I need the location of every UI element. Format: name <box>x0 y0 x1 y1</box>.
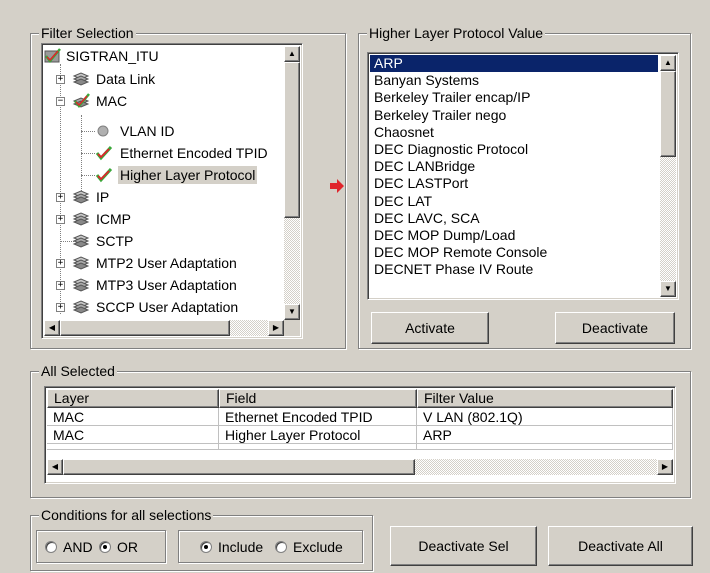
exclude-radio[interactable] <box>275 541 287 553</box>
checkmark-icon[interactable] <box>95 145 113 161</box>
list-item[interactable]: DEC LAT <box>370 193 658 210</box>
scroll-right-icon[interactable]: ▶ <box>657 459 673 475</box>
list-item[interactable]: DEC LAVC, SCA <box>370 210 658 227</box>
tree-horizontal-scrollbar[interactable]: ◀ ▶ <box>44 320 284 336</box>
table-cell-empty <box>219 444 417 450</box>
protocol-icon[interactable] <box>72 189 90 205</box>
selected-filters-table[interactable]: Layer Field Filter Value MAC Ethernet En… <box>44 386 676 484</box>
all-selected-title: All Selected <box>39 363 117 379</box>
tree-line <box>81 153 95 154</box>
and-radio[interactable] <box>45 541 57 553</box>
protocol-value-listbox[interactable]: ARP Banyan Systems Berkeley Trailer enca… <box>367 52 679 300</box>
tree-item-icmp[interactable]: ICMP <box>94 210 133 228</box>
list-item[interactable]: DEC Diagnostic Protocol <box>370 141 658 158</box>
protocol-icon[interactable] <box>72 277 90 293</box>
column-header-field[interactable]: Field <box>219 389 417 408</box>
list-item[interactable]: DEC MOP Remote Console <box>370 244 658 261</box>
and-label[interactable]: AND <box>63 539 93 555</box>
filter-tree[interactable]: SIGTRAN_ITU + Data Link − MAC VLAN ID Et… <box>41 43 303 339</box>
expand-icon[interactable]: + <box>56 193 65 202</box>
activate-button[interactable]: Activate <box>371 312 489 344</box>
exclude-label[interactable]: Exclude <box>293 539 343 555</box>
list-item-arp[interactable]: ARP <box>370 55 658 73</box>
table-cell[interactable]: Higher Layer Protocol <box>219 426 417 444</box>
scroll-left-icon[interactable]: ◀ <box>47 459 63 475</box>
expand-icon[interactable]: + <box>56 75 65 84</box>
tree-item-vlan-id[interactable]: VLAN ID <box>118 122 176 140</box>
tree-line <box>81 175 95 176</box>
tree-item-mac[interactable]: MAC <box>94 92 129 110</box>
scrollbar-thumb[interactable] <box>284 62 300 218</box>
checkmark-icon[interactable] <box>95 167 113 183</box>
column-header-layer[interactable]: Layer <box>47 389 219 408</box>
tree-item-higher-layer-protocol[interactable]: Higher Layer Protocol <box>118 166 258 184</box>
expand-icon[interactable]: + <box>56 215 65 224</box>
higher-layer-title: Higher Layer Protocol Value <box>367 25 546 41</box>
scrollbar-corner <box>284 320 300 336</box>
list-item[interactable]: DEC MOP Dump/Load <box>370 227 658 244</box>
deactivate-all-button[interactable]: Deactivate All <box>548 526 693 566</box>
scrollbar-thumb[interactable] <box>660 71 676 157</box>
scroll-up-icon[interactable]: ▲ <box>660 55 676 71</box>
filter-selection-title: Filter Selection <box>39 25 136 41</box>
list-item[interactable]: Berkeley Trailer nego <box>370 107 658 124</box>
deactivate-sel-button[interactable]: Deactivate Sel <box>390 526 537 566</box>
table-cell-empty <box>47 444 219 450</box>
scroll-down-icon[interactable]: ▼ <box>660 281 676 297</box>
tree-item-ip[interactable]: IP <box>94 188 111 206</box>
tree-item-data-link[interactable]: Data Link <box>94 70 157 88</box>
scroll-up-icon[interactable]: ▲ <box>284 46 300 62</box>
listbox-vertical-scrollbar[interactable]: ▲ ▼ <box>660 55 676 297</box>
tree-vertical-scrollbar[interactable]: ▲ ▼ <box>284 46 300 320</box>
scroll-left-icon[interactable]: ◀ <box>44 320 60 336</box>
table-cell-empty <box>417 444 673 450</box>
protocol-icon[interactable] <box>72 211 90 227</box>
conditions-title: Conditions for all selections <box>39 507 214 523</box>
table-cell[interactable]: ARP <box>417 426 673 444</box>
tree-item-sctp[interactable]: SCTP <box>94 232 135 250</box>
protocol-icon[interactable] <box>72 255 90 271</box>
tree-item-ethernet-encoded-tpid[interactable]: Ethernet Encoded TPID <box>118 144 270 162</box>
expand-icon[interactable]: + <box>56 259 65 268</box>
collapse-icon[interactable]: − <box>56 97 65 106</box>
scrollbar-thumb[interactable] <box>63 459 415 475</box>
list-item[interactable]: DEC LASTPort <box>370 175 658 192</box>
list-item[interactable]: Chaosnet <box>370 124 658 141</box>
or-radio[interactable] <box>99 541 111 553</box>
scrollbar-thumb[interactable] <box>60 320 230 336</box>
tree-content: SIGTRAN_ITU + Data Link − MAC VLAN ID Et… <box>42 44 284 318</box>
table-horizontal-scrollbar[interactable]: ◀ ▶ <box>47 459 673 475</box>
scroll-down-icon[interactable]: ▼ <box>284 304 300 320</box>
include-label[interactable]: Include <box>218 539 263 555</box>
list-item[interactable]: Berkeley Trailer encap/IP <box>370 89 658 106</box>
protocol-icon[interactable] <box>72 299 90 315</box>
tree-item-sigtran-itu[interactable]: SIGTRAN_ITU <box>64 47 161 65</box>
include-radio[interactable] <box>200 541 212 553</box>
protocol-icon[interactable] <box>72 71 90 87</box>
field-bullet-icon[interactable] <box>95 123 113 139</box>
tree-line <box>81 131 95 132</box>
red-arrow-right-icon <box>330 179 344 193</box>
table-cell[interactable]: V LAN (802.1Q) <box>417 408 673 426</box>
table-cell[interactable]: MAC <box>47 426 219 444</box>
tree-item-mtp2-user-adaptation[interactable]: MTP2 User Adaptation <box>94 254 239 272</box>
table-cell[interactable]: MAC <box>47 408 219 426</box>
protocol-value-list: ARP Banyan Systems Berkeley Trailer enca… <box>370 55 658 297</box>
list-item[interactable]: DEC LANBridge <box>370 158 658 175</box>
checked-protocol-icon[interactable] <box>72 93 90 109</box>
scroll-right-icon[interactable]: ▶ <box>268 320 284 336</box>
protocol-icon[interactable] <box>72 233 90 249</box>
list-item[interactable]: DECNET Phase IV Route <box>370 261 658 278</box>
deactivate-button[interactable]: Deactivate <box>555 312 675 344</box>
or-label[interactable]: OR <box>117 539 138 555</box>
tree-item-mtp3-user-adaptation[interactable]: MTP3 User Adaptation <box>94 276 239 294</box>
table-cell[interactable]: Ethernet Encoded TPID <box>219 408 417 426</box>
expand-icon[interactable]: + <box>56 281 65 290</box>
list-item[interactable]: Banyan Systems <box>370 72 658 89</box>
expand-icon[interactable]: + <box>56 303 65 312</box>
checked-network-icon[interactable] <box>44 48 62 64</box>
tree-item-sccp-user-adaptation[interactable]: SCCP User Adaptation <box>94 298 240 316</box>
column-header-filter-value[interactable]: Filter Value <box>417 389 673 408</box>
